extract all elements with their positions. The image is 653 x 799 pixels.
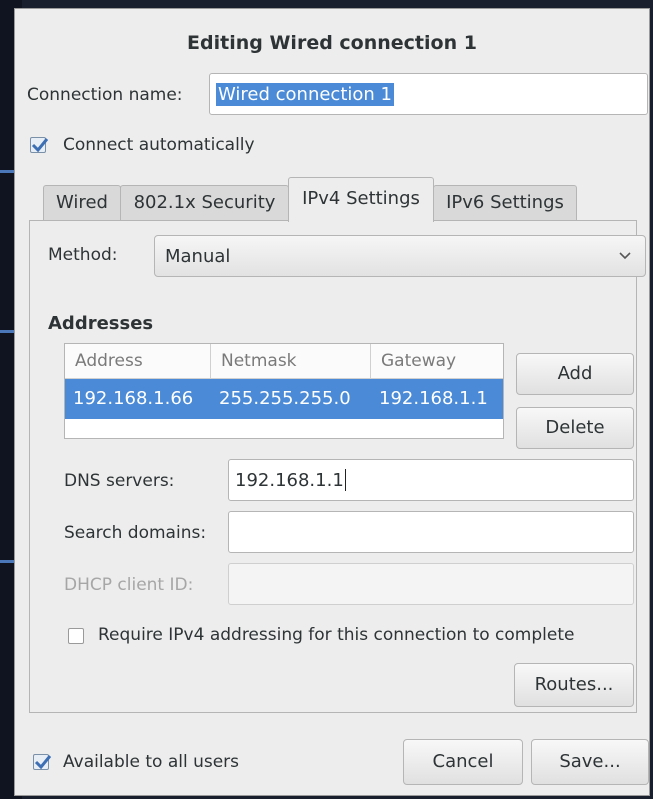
- dhcp-client-id-input: [228, 563, 634, 605]
- connect-automatically-label: Connect automatically: [63, 135, 255, 155]
- dhcp-client-id-label: DHCP client ID:: [64, 575, 194, 595]
- search-domains-label: Search domains:: [64, 523, 207, 543]
- connect-automatically-checkbox[interactable]: [30, 137, 49, 153]
- available-to-all-users-checkbox[interactable]: [33, 754, 52, 770]
- table-row[interactable]: 192.168.1.66 255.255.255.0 192.168.1.1: [65, 379, 503, 419]
- delete-address-button[interactable]: Delete: [516, 407, 634, 449]
- column-header-address[interactable]: Address: [65, 344, 211, 378]
- tab-label: IPv4 Settings: [302, 188, 420, 209]
- require-ipv4-checkbox[interactable]: [68, 628, 84, 644]
- addresses-heading: Addresses: [48, 313, 154, 334]
- require-ipv4-label: Require IPv4 addressing for this connect…: [98, 625, 575, 645]
- connection-name-input[interactable]: Wired connection 1: [209, 73, 648, 115]
- text-cursor: [344, 469, 346, 491]
- tab-802-1x-security[interactable]: 802.1x Security: [120, 185, 289, 221]
- checkmark-icon: [31, 138, 49, 153]
- cancel-button[interactable]: Cancel: [403, 739, 523, 785]
- table-header: Address Netmask Gateway: [65, 344, 503, 379]
- connection-name-label: Connection name:: [27, 85, 183, 105]
- tab-label: 802.1x Security: [133, 192, 276, 213]
- method-label: Method:: [48, 245, 118, 265]
- method-select[interactable]: Manual: [154, 235, 646, 277]
- dialog-title: Editing Wired connection 1: [187, 32, 477, 54]
- method-value: Manual: [165, 245, 231, 267]
- tab-label: Wired: [56, 192, 108, 213]
- gateway-cell[interactable]: 192.168.1.1: [371, 379, 503, 419]
- edit-connection-dialog: Editing Wired connection 1 Connection na…: [14, 8, 650, 796]
- available-to-all-users-label: Available to all users: [63, 752, 240, 772]
- column-header-netmask[interactable]: Netmask: [211, 344, 371, 378]
- connection-name-value: Wired connection 1: [216, 82, 394, 106]
- column-header-gateway[interactable]: Gateway: [371, 344, 503, 378]
- dns-servers-label: DNS servers:: [64, 471, 175, 491]
- address-cell[interactable]: 192.168.1.66: [65, 379, 211, 419]
- search-domains-input[interactable]: [228, 511, 634, 553]
- tab-label: IPv6 Settings: [446, 192, 564, 213]
- add-address-button[interactable]: Add: [516, 353, 634, 395]
- dns-servers-input[interactable]: 192.168.1.1: [228, 459, 634, 501]
- tab-wired[interactable]: Wired: [43, 185, 121, 221]
- checkmark-icon: [34, 755, 52, 770]
- addresses-table: Address Netmask Gateway 192.168.1.66 255…: [64, 343, 504, 439]
- dns-servers-value: 192.168.1.1: [235, 469, 344, 491]
- tab-ipv6-settings[interactable]: IPv6 Settings: [433, 185, 577, 221]
- routes-button[interactable]: Routes...: [514, 663, 634, 707]
- netmask-cell[interactable]: 255.255.255.0: [211, 379, 371, 419]
- tab-ipv4-settings[interactable]: IPv4 Settings: [288, 177, 434, 222]
- ipv4-settings-panel: Method: Manual Addresses Address Netmask…: [29, 220, 646, 713]
- save-button[interactable]: Save...: [531, 739, 649, 785]
- chevron-down-icon: [619, 252, 631, 260]
